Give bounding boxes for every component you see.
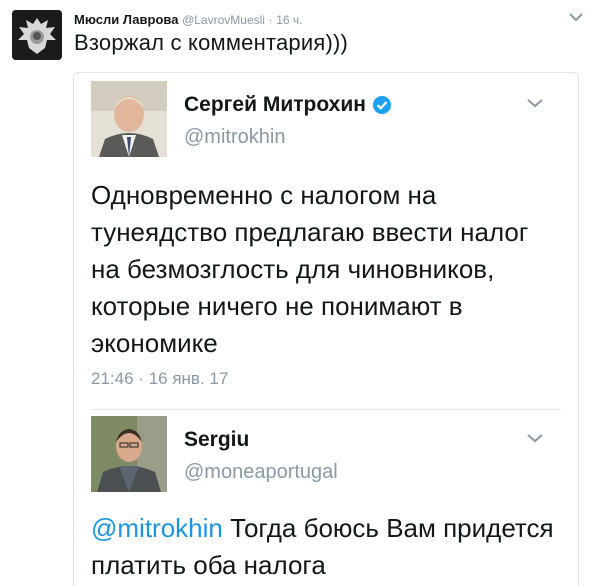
tweet-date: 16 янв. 17 [148, 369, 229, 388]
avatar[interactable] [12, 10, 62, 60]
avatar[interactable] [91, 81, 167, 157]
tweet-timestamp[interactable]: 21:46 · 16 янв. 17 [91, 369, 228, 389]
tweet-time: 21:46 [91, 369, 134, 388]
tweet-time[interactable]: 16 ч. [276, 13, 302, 27]
author-handle[interactable]: @mitrokhin [184, 126, 285, 149]
portrait-avatar-icon [91, 416, 167, 492]
tweet-header: Мюсли Лаврова @LavrovMuesli · 16 ч. [74, 12, 302, 27]
verified-badge-icon [372, 96, 391, 114]
quoted-tweet-card[interactable]: Сергей Митрохин @mitrokhin Одновременно … [73, 72, 579, 586]
portrait-avatar-icon [91, 81, 167, 157]
author-handle[interactable]: @moneaportugal [184, 461, 338, 484]
chevron-down-icon[interactable] [568, 10, 584, 24]
tweet-text: Взоржал с комментария))) [74, 30, 349, 55]
divider [91, 409, 561, 410]
author-name[interactable]: Sergiu [184, 428, 249, 452]
chevron-down-icon[interactable] [526, 432, 544, 444]
mention-link[interactable]: @mitrokhin [91, 513, 223, 543]
avatar[interactable] [91, 416, 167, 492]
separator: · [138, 369, 144, 388]
author-handle[interactable]: @LavrovMuesli [182, 13, 265, 27]
separator: · [268, 13, 273, 27]
author-name-row: Сергей Митрохин [184, 93, 392, 117]
chevron-down-icon[interactable] [526, 97, 544, 109]
outer-tweet: Мюсли Лаврова @LavrovMuesli · 16 ч. Взор… [0, 0, 598, 586]
double-headed-eagle-icon [12, 10, 62, 60]
quoted-tweet-text: Одновременно с налогом на тунеядство пре… [91, 180, 529, 358]
reply-tweet-text: @mitrokhin Тогда боюсь Вам придется плат… [91, 510, 561, 584]
author-name[interactable]: Мюсли Лаврова [74, 12, 178, 27]
author-name[interactable]: Сергей Митрохин [184, 93, 366, 117]
